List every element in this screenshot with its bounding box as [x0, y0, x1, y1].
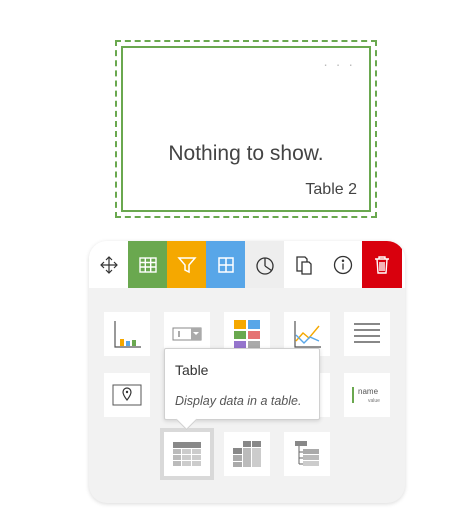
vis-bar-chart[interactable]: [104, 312, 150, 356]
map-pin-icon: [112, 384, 142, 406]
tree-table-icon: [295, 441, 319, 466]
line-chart-icon: [294, 321, 321, 348]
move-button[interactable]: [89, 241, 128, 288]
tooltip-description: Display data in a table.: [175, 394, 302, 408]
layout-button[interactable]: [206, 241, 245, 288]
more-options-icon[interactable]: · · ·: [323, 56, 355, 72]
delete-button[interactable]: [362, 241, 402, 288]
vis-name-value[interactable]: name value: [344, 373, 390, 417]
table-grid-icon: [173, 442, 201, 466]
table-icon: [138, 256, 157, 273]
visualization-tooltip: Table Display data in a table.: [164, 348, 320, 431]
treemap-icon: [234, 320, 260, 348]
vis-list[interactable]: [344, 312, 390, 356]
svg-text:name: name: [358, 387, 379, 396]
list-icon: [354, 323, 380, 343]
vis-pivot[interactable]: [224, 432, 270, 476]
pivot-icon: [233, 441, 261, 467]
empty-message: Nothing to show.: [168, 142, 324, 165]
chart-types-button[interactable]: [245, 241, 284, 288]
info-button[interactable]: [323, 241, 362, 288]
tile-title: Table 2: [305, 181, 357, 198]
name-value-icon: name value: [352, 387, 380, 404]
tooltip-title: Table: [175, 362, 209, 378]
duplicate-button[interactable]: [284, 241, 323, 288]
trash-icon: [375, 255, 389, 274]
vis-map[interactable]: [104, 373, 150, 417]
pie-chart-icon: [255, 256, 274, 275]
filter-button[interactable]: [167, 241, 206, 288]
panel-toolbar: [89, 241, 405, 288]
bar-chart-icon: [114, 321, 141, 348]
vis-tree-table[interactable]: [284, 432, 330, 476]
table-view-button[interactable]: [128, 241, 167, 288]
grid-layout-icon: [217, 256, 234, 273]
info-icon: [333, 255, 352, 274]
dropdown-icon: [172, 327, 202, 341]
copy-icon: [295, 255, 312, 275]
svg-text:value: value: [368, 398, 380, 404]
vis-table[interactable]: [164, 432, 210, 476]
move-icon: [99, 255, 118, 274]
empty-table-tile[interactable]: · · · Nothing to show. Table 2: [121, 46, 371, 212]
filter-icon: [176, 256, 197, 273]
